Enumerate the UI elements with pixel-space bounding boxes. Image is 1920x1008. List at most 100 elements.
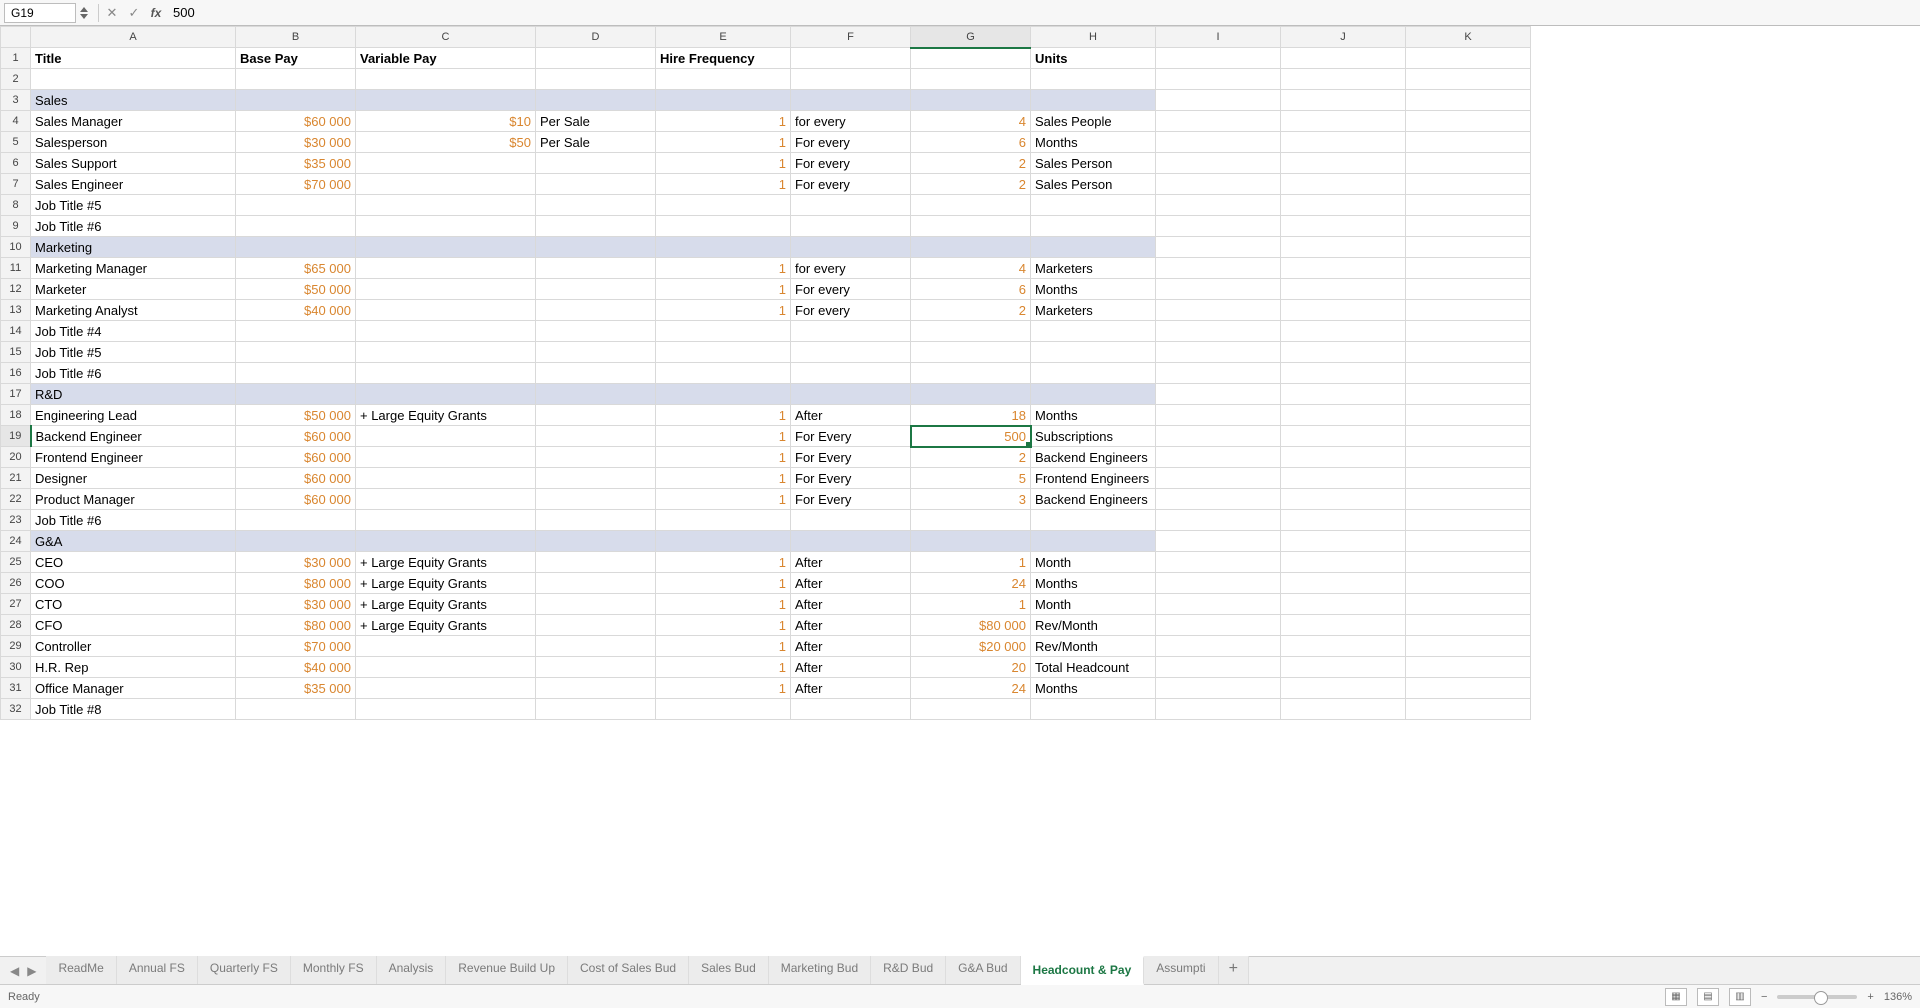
cell-I24[interactable] — [1156, 531, 1281, 552]
cell-H15[interactable] — [1031, 342, 1156, 363]
cell-I10[interactable] — [1156, 237, 1281, 258]
cell-A7[interactable]: Sales Engineer — [31, 174, 236, 195]
cell-G21[interactable]: 5 — [911, 468, 1031, 489]
cell-J30[interactable] — [1281, 657, 1406, 678]
row-header-32[interactable]: 32 — [1, 699, 31, 720]
cell-E32[interactable] — [656, 699, 791, 720]
cell-H17[interactable] — [1031, 384, 1156, 405]
cell-H1[interactable]: Units — [1031, 48, 1156, 69]
cell-I29[interactable] — [1156, 636, 1281, 657]
cell-A17[interactable]: R&D — [31, 384, 236, 405]
cell-K21[interactable] — [1406, 468, 1531, 489]
cell-J10[interactable] — [1281, 237, 1406, 258]
cell-G15[interactable] — [911, 342, 1031, 363]
cell-K24[interactable] — [1406, 531, 1531, 552]
cell-C26[interactable]: + Large Equity Grants — [356, 573, 536, 594]
cell-G19[interactable]: 500 — [911, 426, 1031, 447]
view-normal-icon[interactable]: ▦ — [1665, 988, 1687, 1006]
cell-I28[interactable] — [1156, 615, 1281, 636]
cell-C5[interactable]: $50 — [356, 132, 536, 153]
cell-D27[interactable] — [536, 594, 656, 615]
cell-K9[interactable] — [1406, 216, 1531, 237]
cell-C18[interactable]: + Large Equity Grants — [356, 405, 536, 426]
cell-F28[interactable]: After — [791, 615, 911, 636]
cell-I18[interactable] — [1156, 405, 1281, 426]
cell-A22[interactable]: Product Manager — [31, 489, 236, 510]
cell-F3[interactable] — [791, 90, 911, 111]
cell-H2[interactable] — [1031, 69, 1156, 90]
cell-D3[interactable] — [536, 90, 656, 111]
cell-F26[interactable]: After — [791, 573, 911, 594]
cell-E1[interactable]: Hire Frequency — [656, 48, 791, 69]
cell-C4[interactable]: $10 — [356, 111, 536, 132]
cell-K29[interactable] — [1406, 636, 1531, 657]
row-header-6[interactable]: 6 — [1, 153, 31, 174]
cell-I11[interactable] — [1156, 258, 1281, 279]
cell-G18[interactable]: 18 — [911, 405, 1031, 426]
cell-G31[interactable]: 24 — [911, 678, 1031, 699]
row-header-30[interactable]: 30 — [1, 657, 31, 678]
cell-G9[interactable] — [911, 216, 1031, 237]
cell-J21[interactable] — [1281, 468, 1406, 489]
row-header-17[interactable]: 17 — [1, 384, 31, 405]
cell-E6[interactable]: 1 — [656, 153, 791, 174]
cell-I27[interactable] — [1156, 594, 1281, 615]
cell-I31[interactable] — [1156, 678, 1281, 699]
cell-C20[interactable] — [356, 447, 536, 468]
cell-H26[interactable]: Months — [1031, 573, 1156, 594]
cell-C25[interactable]: + Large Equity Grants — [356, 552, 536, 573]
cell-K32[interactable] — [1406, 699, 1531, 720]
row-header-4[interactable]: 4 — [1, 111, 31, 132]
cell-K19[interactable] — [1406, 426, 1531, 447]
cell-I16[interactable] — [1156, 363, 1281, 384]
cell-I5[interactable] — [1156, 132, 1281, 153]
cell-H21[interactable]: Frontend Engineers — [1031, 468, 1156, 489]
cell-G3[interactable] — [911, 90, 1031, 111]
cell-I3[interactable] — [1156, 90, 1281, 111]
cell-C17[interactable] — [356, 384, 536, 405]
cell-J1[interactable] — [1281, 48, 1406, 69]
cell-F16[interactable] — [791, 363, 911, 384]
sheet-tab[interactable]: R&D Bud — [871, 956, 946, 985]
cell-H12[interactable]: Months — [1031, 279, 1156, 300]
cell-K12[interactable] — [1406, 279, 1531, 300]
cell-I8[interactable] — [1156, 195, 1281, 216]
cell-B15[interactable] — [236, 342, 356, 363]
zoom-level[interactable]: 136% — [1884, 991, 1912, 1003]
sheet-tab[interactable]: Quarterly FS — [198, 956, 291, 985]
sheet-tab[interactable]: Marketing Bud — [769, 956, 871, 985]
cell-K5[interactable] — [1406, 132, 1531, 153]
cell-E22[interactable]: 1 — [656, 489, 791, 510]
formula-input[interactable] — [169, 3, 1896, 23]
cell-K25[interactable] — [1406, 552, 1531, 573]
cell-E17[interactable] — [656, 384, 791, 405]
cell-D25[interactable] — [536, 552, 656, 573]
row-header-5[interactable]: 5 — [1, 132, 31, 153]
cell-A1[interactable]: Title — [31, 48, 236, 69]
cell-B16[interactable] — [236, 363, 356, 384]
cell-D13[interactable] — [536, 300, 656, 321]
cell-J19[interactable] — [1281, 426, 1406, 447]
cell-F11[interactable]: for every — [791, 258, 911, 279]
row-header-7[interactable]: 7 — [1, 174, 31, 195]
cell-G30[interactable]: 20 — [911, 657, 1031, 678]
sheet-tab[interactable]: Sales Bud — [689, 956, 769, 985]
cell-C31[interactable] — [356, 678, 536, 699]
cell-B22[interactable]: $60 000 — [236, 489, 356, 510]
row-header-24[interactable]: 24 — [1, 531, 31, 552]
cell-B11[interactable]: $65 000 — [236, 258, 356, 279]
cell-B8[interactable] — [236, 195, 356, 216]
cell-E29[interactable]: 1 — [656, 636, 791, 657]
cell-B26[interactable]: $80 000 — [236, 573, 356, 594]
cell-K17[interactable] — [1406, 384, 1531, 405]
cell-A16[interactable]: Job Title #6 — [31, 363, 236, 384]
zoom-slider[interactable] — [1777, 995, 1857, 999]
cell-J29[interactable] — [1281, 636, 1406, 657]
cell-A11[interactable]: Marketing Manager — [31, 258, 236, 279]
cell-D20[interactable] — [536, 447, 656, 468]
cell-C30[interactable] — [356, 657, 536, 678]
col-header-C[interactable]: C — [356, 27, 536, 48]
cell-I13[interactable] — [1156, 300, 1281, 321]
row-header-9[interactable]: 9 — [1, 216, 31, 237]
cell-G14[interactable] — [911, 321, 1031, 342]
